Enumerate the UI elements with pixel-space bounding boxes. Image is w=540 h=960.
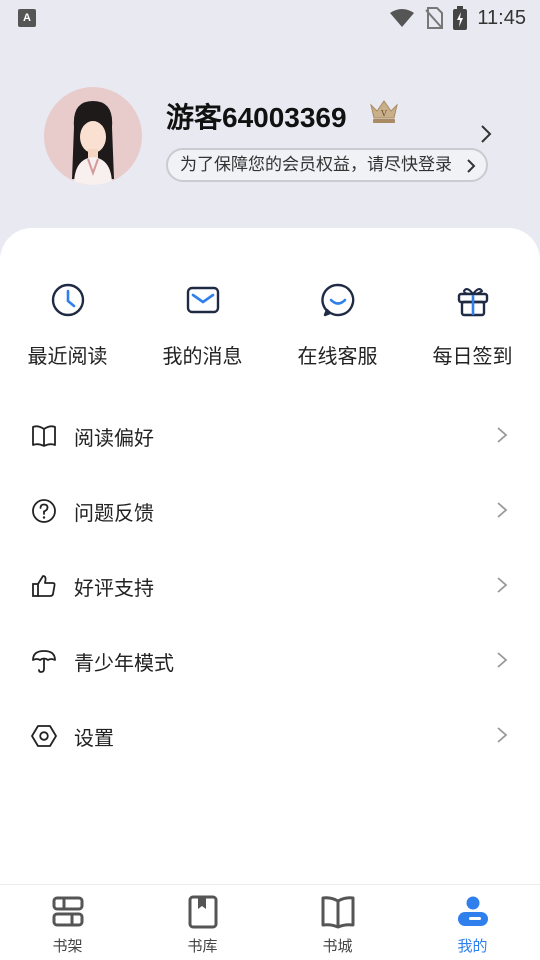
bottom-tab-bar: 书架 书库 书城 我的 (0, 884, 540, 960)
clock-icon (51, 283, 84, 317)
quick-action-daily-checkin[interactable]: 每日签到 (405, 280, 540, 369)
quick-action-label: 我的消息 (162, 344, 243, 368)
menu-item-reading-preferences[interactable]: 阅读偏好 (0, 398, 540, 473)
menu-item-label: 阅读偏好 (74, 426, 154, 450)
thumbs-up-icon (32, 575, 56, 597)
menu-item-label: 设置 (74, 726, 114, 750)
quick-action-label: 在线客服 (297, 344, 378, 368)
quick-action-label: 每日签到 (432, 344, 513, 368)
question-circle-icon (32, 499, 56, 523)
app-notification-icon: A (18, 9, 36, 27)
menu-item-feedback[interactable]: 问题反馈 (0, 473, 540, 548)
envelope-icon (186, 286, 219, 314)
status-bar: A 11:45 (0, 0, 540, 36)
tab-mine[interactable]: 我的 (405, 885, 540, 960)
book-icon (321, 896, 354, 929)
gift-icon (457, 288, 488, 317)
tab-library[interactable]: 书库 (135, 885, 270, 960)
chevron-right-icon (497, 427, 508, 443)
svg-text:V: V (380, 109, 387, 118)
menu-item-settings[interactable]: 设置 (0, 698, 540, 773)
menu-item-label: 青少年模式 (74, 651, 174, 675)
profile-header[interactable]: 游客64003369 V 为了保障您的会员权益，请尽快登录 (0, 36, 540, 236)
quick-action-my-messages[interactable]: 我的消息 (135, 280, 270, 369)
wifi-icon (390, 9, 415, 27)
bookmark-book-icon (188, 895, 217, 929)
user-icon (457, 896, 488, 926)
tab-label: 我的 (457, 937, 488, 955)
quick-action-label: 最近阅读 (27, 344, 108, 368)
vip-crown-icon[interactable]: V (368, 98, 400, 124)
tab-label: 书城 (322, 937, 353, 955)
chat-bubble-icon (320, 283, 354, 317)
avatar[interactable] (44, 87, 142, 185)
quick-action-online-support[interactable]: 在线客服 (270, 280, 405, 369)
tab-label: 书库 (187, 937, 218, 955)
settings-hexagon-icon (31, 725, 57, 747)
quick-action-recent-reading[interactable]: 最近阅读 (0, 280, 135, 369)
menu-item-label: 问题反馈 (74, 501, 154, 525)
login-prompt-button[interactable]: 为了保障您的会员权益，请尽快登录 (166, 148, 488, 182)
no-sim-icon (425, 7, 444, 29)
open-book-icon (32, 425, 56, 447)
tab-bookstore[interactable]: 书城 (270, 885, 405, 960)
tab-label: 书架 (52, 937, 83, 955)
clock-time: 11:45 (477, 6, 526, 29)
login-prompt-text: 为了保障您的会员权益，请尽快登录 (180, 155, 452, 175)
menu-item-label: 好评支持 (74, 576, 154, 600)
chevron-right-icon (497, 577, 508, 593)
chevron-right-icon (497, 502, 508, 518)
profile-chevron-right-icon[interactable] (480, 124, 492, 144)
main-card: 最近阅读 我的消息 在线客服 每日签到 阅读偏好 问题反馈 好评支持 青少年模式… (0, 228, 540, 884)
tab-bookshelf[interactable]: 书架 (0, 885, 135, 960)
chevron-right-icon (467, 159, 476, 173)
username: 游客64003369 (166, 102, 347, 133)
battery-charging-icon (453, 6, 468, 30)
bookshelf-icon (52, 896, 83, 927)
chevron-right-icon (497, 727, 508, 743)
menu-item-teen-mode[interactable]: 青少年模式 (0, 623, 540, 698)
umbrella-icon (32, 650, 56, 673)
chevron-right-icon (497, 652, 508, 668)
menu-item-rate-support[interactable]: 好评支持 (0, 548, 540, 623)
